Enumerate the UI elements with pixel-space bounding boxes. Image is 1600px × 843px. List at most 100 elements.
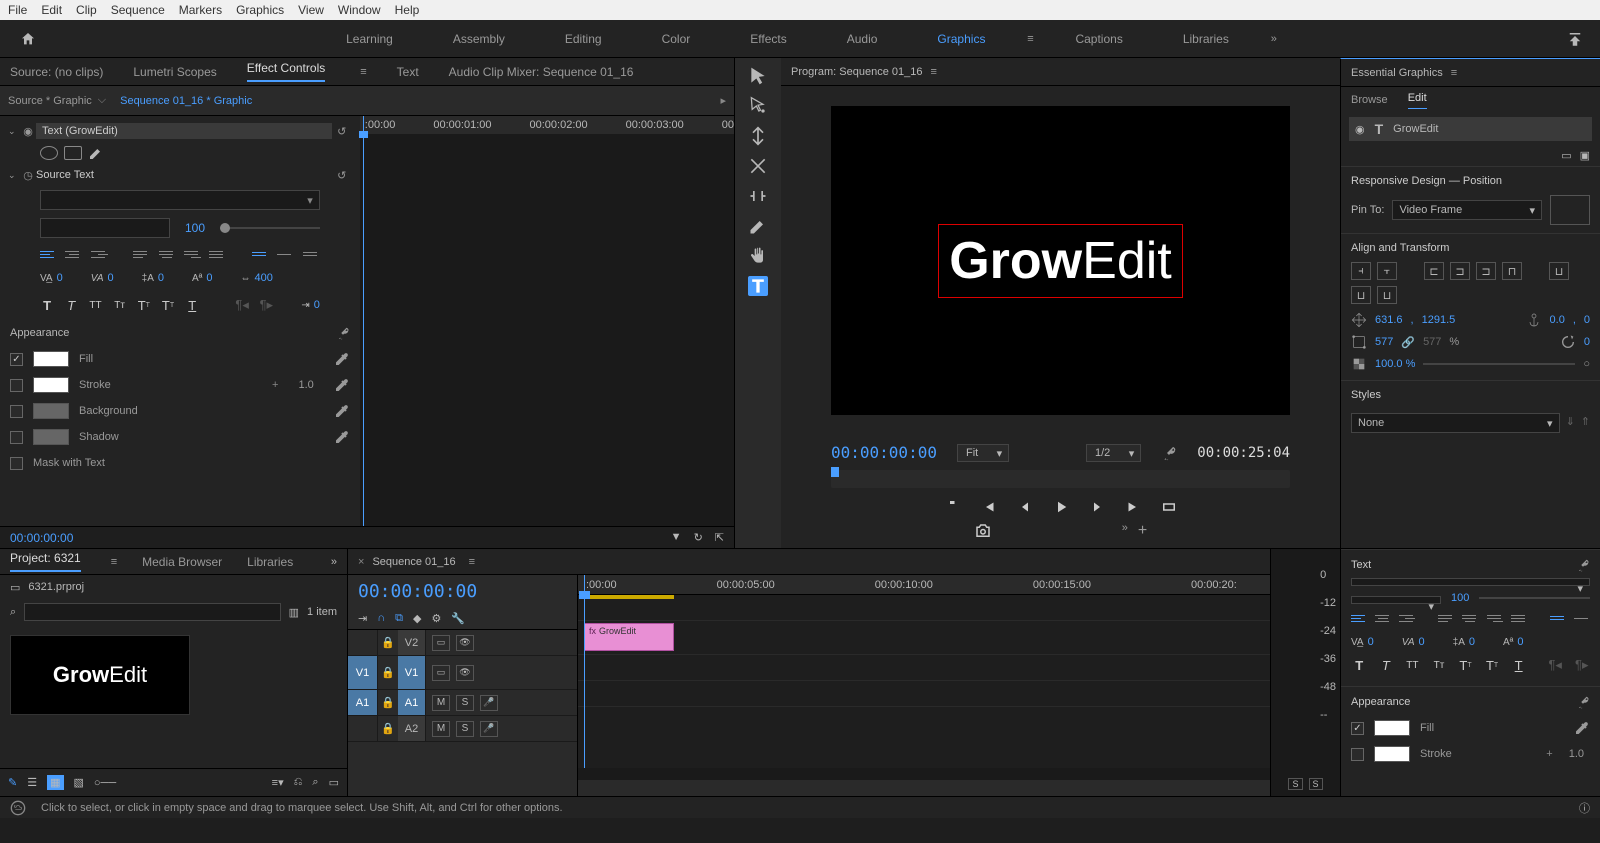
quick-export-button[interactable] (1550, 30, 1600, 48)
baseline-eg[interactable]: Aª0 (1503, 636, 1524, 648)
tracking-metric[interactable]: VA̲0 (40, 272, 63, 284)
kerning-metric[interactable]: VA0 (91, 272, 114, 284)
align-right-eg[interactable] (1399, 610, 1415, 626)
justify-eg-3[interactable] (1487, 610, 1503, 626)
leading-metric[interactable]: ‡A0 (142, 272, 164, 284)
new-layer-icon[interactable]: ▭ (1561, 149, 1571, 162)
sequence-clip-link[interactable]: Sequence 01_16 * Graphic (120, 95, 252, 107)
wrench-icon[interactable] (1576, 695, 1590, 709)
dropdown-icon[interactable]: ⌵ (98, 94, 106, 107)
text-layer-name[interactable]: Text (GrowEdit) (36, 123, 332, 139)
justify-last-left-button[interactable] (133, 246, 150, 262)
faux-italic-button[interactable]: T (64, 296, 78, 314)
justify-all-button[interactable] (209, 246, 226, 262)
eg-tab-browse[interactable]: Browse (1351, 94, 1388, 106)
fill-color-swatch[interactable] (33, 351, 69, 367)
info-icon[interactable]: ⓘ (1579, 800, 1590, 816)
font-style-dropdown-eg[interactable] (1351, 596, 1441, 604)
lift-icon[interactable] (1160, 498, 1178, 516)
timeline-playhead[interactable] (584, 575, 585, 768)
program-menu-icon[interactable]: ≡ (930, 66, 936, 78)
font-size-slider[interactable] (220, 227, 320, 229)
timeline-ruler[interactable]: :00:00 00:00:05:00 00:00:10:00 00:00:15:… (578, 575, 1270, 595)
project-menu-icon[interactable]: ≡ (111, 556, 117, 568)
align-center-eg[interactable] (1375, 610, 1391, 626)
opacity-slider[interactable] (1423, 363, 1575, 365)
v2-target[interactable]: V2 (398, 630, 426, 655)
stroke-swatch-eg[interactable] (1374, 746, 1410, 762)
tab-libraries[interactable]: Libraries (247, 555, 293, 569)
font-style-dropdown[interactable] (40, 218, 170, 238)
workspace-captions[interactable]: Captions (1045, 20, 1152, 58)
source-clip-label[interactable]: Source * Graphic (8, 95, 92, 107)
eyedropper-icon[interactable] (334, 377, 350, 393)
resolution-dropdown[interactable]: 1/2 (1086, 444, 1141, 462)
small-caps-button[interactable]: Tᴛ (113, 296, 127, 314)
program-scrubber[interactable] (831, 470, 1290, 488)
v1-toggle-output-icon[interactable]: 👁 (456, 665, 474, 681)
stroke-checkbox-eg[interactable] (1351, 748, 1364, 761)
pen-mask-button[interactable] (88, 145, 104, 161)
reset-icon[interactable]: ↺ (332, 169, 352, 182)
align-btn-2[interactable]: ⫟ (1377, 262, 1397, 280)
tl-a1-lane[interactable] (578, 655, 1270, 681)
align-vcenter-btn[interactable]: ⊔ (1549, 262, 1569, 280)
layer-visibility-icon[interactable]: ◉ (1355, 123, 1365, 136)
button-overflow-icon[interactable]: » (1122, 522, 1128, 540)
project-overflow-icon[interactable]: » (331, 556, 337, 568)
workspace-assembly[interactable]: Assembly (423, 20, 535, 58)
shadow-checkbox[interactable] (10, 431, 23, 444)
anchor-y[interactable]: 0 (1584, 314, 1590, 326)
v2-sync-lock-icon[interactable]: ▭ (432, 635, 450, 651)
align-right-button[interactable] (91, 246, 108, 262)
go-to-out-icon[interactable] (1124, 498, 1142, 516)
meter-solo-l[interactable]: S (1288, 778, 1302, 790)
workspace-learning[interactable]: Learning (316, 20, 423, 58)
font-family-dropdown[interactable] (40, 190, 320, 210)
sort-icon[interactable]: ≡▾ (272, 776, 284, 789)
menu-view[interactable]: View (298, 3, 324, 17)
v1-source[interactable]: V1 (348, 656, 378, 689)
settings-icon[interactable]: ⚙ (431, 612, 441, 625)
position-y[interactable]: 1291.5 (1422, 314, 1456, 326)
eyedropper-icon[interactable] (334, 403, 350, 419)
justify-eg-1[interactable] (1438, 610, 1454, 626)
tl-v1-lane[interactable]: fx GrowEdit (578, 621, 1270, 655)
menu-file[interactable]: File (8, 3, 27, 17)
styles-dropdown[interactable]: None (1351, 413, 1560, 433)
a2-voice-icon[interactable]: 🎤 (480, 721, 498, 737)
justify-last-center-button[interactable] (159, 246, 176, 262)
vertical-center-tool-icon[interactable] (748, 126, 768, 146)
menu-markers[interactable]: Markers (179, 3, 222, 17)
rtl-eg[interactable]: ¶▸ (1574, 656, 1591, 674)
go-to-in-icon[interactable] (980, 498, 998, 516)
align-right-btn[interactable]: ⊐ (1476, 262, 1496, 280)
project-bin[interactable]: GrowEdit (0, 625, 347, 768)
superscript-eg[interactable]: TT (1457, 656, 1474, 674)
rotation-value[interactable]: 0 (1584, 336, 1590, 348)
a1-target[interactable]: A1 (398, 690, 426, 715)
type-tool-icon[interactable] (748, 276, 768, 296)
distribute-btn[interactable]: ⊔ (1377, 286, 1397, 304)
workspace-overflow-icon[interactable]: » (1259, 20, 1289, 58)
rotate-tool-icon[interactable] (748, 156, 768, 176)
justify-eg-2[interactable] (1462, 610, 1478, 626)
a2-source[interactable] (348, 716, 378, 741)
underline-eg[interactable]: T (1510, 656, 1527, 674)
link-icon[interactable]: 🔗 (1401, 336, 1415, 349)
play-icon[interactable] (1052, 498, 1070, 516)
menu-window[interactable]: Window (338, 3, 381, 17)
marker-icon[interactable]: ◆ (413, 612, 421, 625)
step-back-icon[interactable] (1016, 498, 1034, 516)
ltr-eg[interactable]: ¶◂ (1547, 656, 1564, 674)
snap-tool-icon[interactable] (748, 186, 768, 206)
v1-target[interactable]: V1 (398, 656, 426, 689)
pin-widget[interactable] (1550, 195, 1590, 225)
v2-lock-icon[interactable]: 🔒 (378, 636, 398, 649)
eyedropper-icon[interactable] (334, 351, 350, 367)
kerning-eg[interactable]: VA0 (1402, 636, 1425, 648)
subscript-eg[interactable]: TT (1484, 656, 1501, 674)
tab-lumetri-scopes[interactable]: Lumetri Scopes (133, 65, 216, 79)
pen-tool-icon[interactable] (748, 216, 768, 236)
faux-bold-button[interactable]: T (40, 296, 54, 314)
